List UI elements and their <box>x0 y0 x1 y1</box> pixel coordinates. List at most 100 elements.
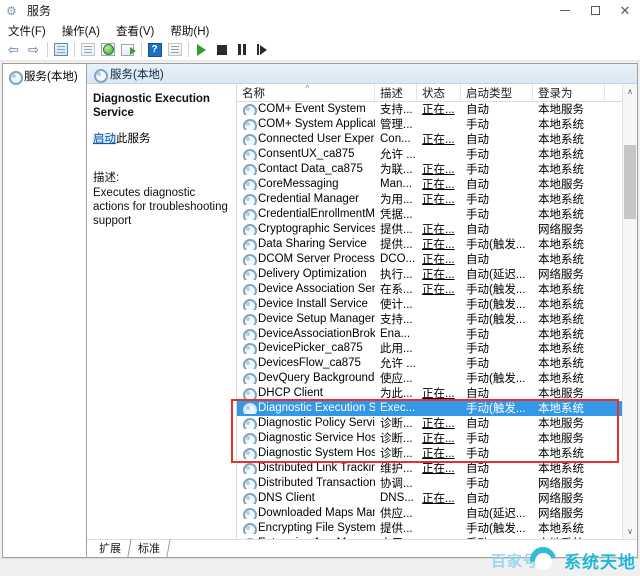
table-row[interactable]: CredentialEnrollmentMan...凭据...手动本地系统 <box>237 207 637 222</box>
close-button[interactable]: ✕ <box>610 0 640 22</box>
service-name-label: Delivery Optimization <box>258 268 367 280</box>
cell-start: 手动 <box>461 445 533 461</box>
column-header-status[interactable]: 状态 <box>417 84 461 101</box>
column-header-name-label: 名称 <box>242 85 265 101</box>
services-rows[interactable]: COM+ Event System支持...正在...自动本地服务COM+ Sy… <box>237 102 637 539</box>
table-row[interactable]: DHCP Client为此...正在...自动本地服务 <box>237 386 637 401</box>
cell-name: Distributed Link Tracking... <box>237 462 375 474</box>
service-gear-icon <box>242 133 254 145</box>
menu-file[interactable]: 文件(F) <box>6 22 54 40</box>
table-row[interactable]: DevicesFlow_ca875允许 ...手动本地系统 <box>237 356 637 371</box>
service-gear-icon <box>242 223 254 235</box>
stop-service-button[interactable] <box>212 40 231 59</box>
table-row[interactable]: Device Association Service在系...正在...手动(触… <box>237 281 637 296</box>
table-row[interactable]: COM+ Event System支持...正在...自动本地服务 <box>237 102 637 117</box>
menu-view[interactable]: 查看(V) <box>114 22 162 40</box>
cell-name: Encrypting File System (E... <box>237 522 375 534</box>
cell-name: Delivery Optimization <box>237 268 375 280</box>
column-header-startup-type[interactable]: 启动类型 <box>461 84 533 101</box>
column-header-name[interactable]: 名称 ^ <box>237 84 375 101</box>
menu-action[interactable]: 操作(A) <box>60 22 108 40</box>
window-controls: ✕ <box>550 0 640 22</box>
service-name-label: Encrypting File System (E... <box>258 522 375 534</box>
selected-service-name: Diagnostic Execution Service <box>93 92 228 120</box>
cell-logon: 本地系统 <box>533 146 605 162</box>
table-row[interactable]: Contact Data_ca875为联...正在...手动本地系统 <box>237 162 637 177</box>
services-list-pane: 名称 ^ 描述 状态 启动类型 登录为 COM+ Event System支持.… <box>237 84 637 539</box>
table-row[interactable]: COM+ System Application管理...手动本地系统 <box>237 117 637 132</box>
vertical-scrollbar[interactable]: ∧ ∨ <box>622 84 637 539</box>
maximize-button[interactable] <box>580 0 610 22</box>
cell-name: COM+ Event System <box>237 103 375 115</box>
back-button[interactable]: ⇦ <box>4 40 23 59</box>
view-options-button[interactable] <box>165 40 184 59</box>
table-row[interactable]: Device Setup Manager支持...手动(触发...本地系统 <box>237 311 637 326</box>
pause-service-button[interactable] <box>232 40 251 59</box>
table-row[interactable]: Diagnostic System Host诊断...正在...手动本地系统 <box>237 446 637 461</box>
cell-logon: 网络服务 <box>533 221 605 237</box>
cell-name: DNS Client <box>237 492 375 504</box>
cell-logon: 网络服务 <box>533 505 605 521</box>
tab-extended[interactable]: 扩展 <box>91 539 131 557</box>
cell-logon: 本地系统 <box>533 236 605 252</box>
menu-help[interactable]: 帮助(H) <box>168 22 217 40</box>
tree-item-services-local[interactable]: 服务(本地) <box>3 67 86 84</box>
properties-button[interactable] <box>78 40 97 59</box>
table-row[interactable]: Diagnostic Policy Service诊断...正在...自动本地服… <box>237 416 637 431</box>
restart-service-button[interactable] <box>252 40 271 59</box>
start-service-link[interactable]: 启动 <box>93 133 116 145</box>
cell-status: 正在... <box>417 251 461 267</box>
forward-button[interactable]: ⇨ <box>24 40 43 59</box>
service-gear-icon <box>242 208 254 220</box>
cell-logon: 本地系统 <box>533 251 605 267</box>
table-row[interactable]: Connected User Experien...Con...正在...自动本… <box>237 132 637 147</box>
service-name-label: Data Sharing Service <box>258 238 367 250</box>
export-list-button[interactable] <box>118 40 137 59</box>
cell-status: 正在... <box>417 430 461 446</box>
table-row[interactable]: Distributed Transaction C...协调...手动网络服务 <box>237 475 637 490</box>
show-hide-tree-button[interactable] <box>51 40 70 59</box>
service-name-label: Device Setup Manager <box>258 313 375 325</box>
cell-status: 正在... <box>417 281 461 297</box>
table-row[interactable]: CoreMessagingMan...正在...自动本地服务 <box>237 177 637 192</box>
tab-standard[interactable]: 标准 <box>130 539 170 557</box>
minimize-button[interactable] <box>550 0 580 22</box>
table-row[interactable]: Data Sharing Service提供...正在...手动(触发...本地… <box>237 236 637 251</box>
services-gear-icon: ⚙ <box>6 3 22 19</box>
start-service-button[interactable] <box>192 40 211 59</box>
cell-desc: DCO... <box>375 253 417 265</box>
table-row[interactable]: DevicePicker_ca875此用...手动本地系统 <box>237 341 637 356</box>
table-row[interactable]: Credential Manager为用...正在...手动本地系统 <box>237 192 637 207</box>
cell-name: Connected User Experien... <box>237 133 375 145</box>
table-row[interactable]: Cryptographic Services提供...正在...自动网络服务 <box>237 222 637 237</box>
refresh-button[interactable] <box>98 40 117 59</box>
help-button[interactable]: ? <box>145 40 164 59</box>
results-pane: 服务(本地) Diagnostic Execution Service 启动此服… <box>86 63 638 558</box>
service-name-label: Diagnostic Execution Ser... <box>258 402 375 414</box>
table-row[interactable]: DevQuery Background D...使应...手动(触发...本地系… <box>237 371 637 386</box>
scroll-up-button[interactable]: ∧ <box>623 84 637 99</box>
table-row[interactable]: Diagnostic Execution Ser...Exec...手动(触发.… <box>237 401 637 416</box>
table-row[interactable]: Device Install Service使计...手动(触发...本地系统 <box>237 296 637 311</box>
table-row[interactable]: DeviceAssociationBroker...Ena...手动本地系统 <box>237 326 637 341</box>
cell-status: 正在... <box>417 385 461 401</box>
column-header-log-on-as[interactable]: 登录为 <box>533 84 605 101</box>
table-row[interactable]: Downloaded Maps Man...供应...自动(延迟...网络服务 <box>237 505 637 520</box>
scroll-down-button[interactable]: ∨ <box>623 524 637 539</box>
table-row[interactable]: ConsentUX_ca875允许 ...手动本地系统 <box>237 147 637 162</box>
cell-name: Diagnostic Service Host <box>237 432 375 444</box>
scrollbar-track[interactable] <box>623 99 637 524</box>
table-row[interactable]: Delivery Optimization执行...正在...自动(延迟...网… <box>237 266 637 281</box>
cell-desc: 提供... <box>375 520 417 536</box>
cell-logon: 本地系统 <box>533 400 605 416</box>
service-gear-icon <box>242 298 254 310</box>
table-row[interactable]: Encrypting File System (E...提供...手动(触发..… <box>237 520 637 535</box>
table-row[interactable]: Diagnostic Service Host诊断...正在...手动本地服务 <box>237 431 637 446</box>
table-row[interactable]: DNS ClientDNS...正在...自动网络服务 <box>237 490 637 505</box>
cell-status: 正在... <box>417 176 461 192</box>
cell-logon: 本地系统 <box>533 296 605 312</box>
table-row[interactable]: Distributed Link Tracking...维护...正在...自动… <box>237 461 637 476</box>
scrollbar-thumb[interactable] <box>624 145 636 219</box>
column-header-description[interactable]: 描述 <box>375 84 417 101</box>
table-row[interactable]: DCOM Server Process La...DCO...正在...自动本地… <box>237 251 637 266</box>
